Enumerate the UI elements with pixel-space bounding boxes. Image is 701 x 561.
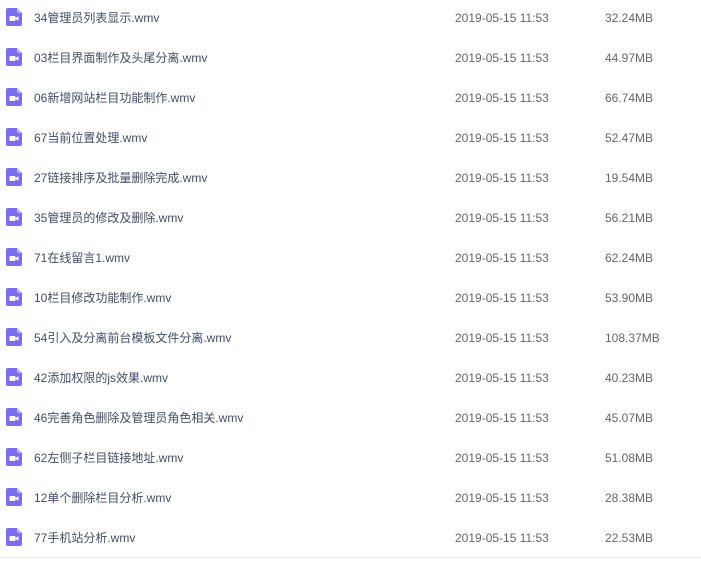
- file-row[interactable]: 34管理员列表显示.wmv 2019-05-15 11:53 32.24MB: [0, 0, 701, 38]
- file-modified-date: 2019-05-15 11:53: [455, 51, 549, 65]
- video-file-icon: [6, 128, 22, 146]
- file-modified-date: 2019-05-15 11:53: [455, 251, 549, 265]
- file-name[interactable]: 67当前位置处理.wmv: [34, 130, 147, 146]
- file-modified-date: 2019-05-15 11:53: [455, 531, 549, 545]
- video-file-icon: [6, 248, 22, 266]
- video-file-icon: [6, 328, 22, 346]
- file-row[interactable]: 03栏目界面制作及头尾分离.wmv 2019-05-15 11:53 44.97…: [0, 38, 701, 78]
- video-file-icon: [6, 488, 22, 506]
- file-modified-date: 2019-05-15 11:53: [455, 371, 549, 385]
- file-row[interactable]: 10栏目修改功能制作.wmv 2019-05-15 11:53 53.90MB: [0, 278, 701, 318]
- file-row[interactable]: 67当前位置处理.wmv 2019-05-15 11:53 52.47MB: [0, 118, 701, 158]
- file-name[interactable]: 34管理员列表显示.wmv: [34, 10, 159, 26]
- file-row[interactable]: 77手机站分析.wmv 2019-05-15 11:53 22.53MB: [0, 518, 701, 558]
- video-file-icon: [6, 8, 22, 26]
- file-name[interactable]: 62左侧子栏目链接地址.wmv: [34, 450, 183, 466]
- file-size: 66.74MB: [605, 91, 654, 105]
- file-row[interactable]: 06新增网站栏目功能制作.wmv 2019-05-15 11:53 66.74M…: [0, 78, 701, 118]
- video-file-icon: [6, 528, 22, 546]
- file-row[interactable]: 62左侧子栏目链接地址.wmv 2019-05-15 11:53 51.08MB: [0, 438, 701, 478]
- file-size: 56.21MB: [605, 211, 654, 225]
- file-size: 19.54MB: [605, 171, 654, 185]
- file-size: 53.90MB: [605, 291, 654, 305]
- file-row[interactable]: 12单个删除栏目分析.wmv 2019-05-15 11:53 28.38MB: [0, 478, 701, 518]
- video-file-icon: [6, 288, 22, 306]
- file-row[interactable]: 42添加权限的js效果.wmv 2019-05-15 11:53 40.23MB: [0, 358, 701, 398]
- file-size: 62.24MB: [605, 251, 654, 265]
- file-name[interactable]: 35管理员的修改及删除.wmv: [34, 210, 183, 226]
- file-name[interactable]: 71在线留言1.wmv: [34, 250, 130, 266]
- file-size: 22.53MB: [605, 531, 654, 545]
- file-name[interactable]: 03栏目界面制作及头尾分离.wmv: [34, 50, 207, 66]
- file-modified-date: 2019-05-15 11:53: [455, 291, 549, 305]
- file-row[interactable]: 35管理员的修改及删除.wmv 2019-05-15 11:53 56.21MB: [0, 198, 701, 238]
- file-row[interactable]: 54引入及分离前台模板文件分离.wmv 2019-05-15 11:53 108…: [0, 318, 701, 358]
- file-name[interactable]: 06新增网站栏目功能制作.wmv: [34, 90, 195, 106]
- file-size: 32.24MB: [605, 11, 654, 25]
- video-file-icon: [6, 88, 22, 106]
- file-size: 52.47MB: [605, 131, 654, 145]
- file-modified-date: 2019-05-15 11:53: [455, 171, 549, 185]
- file-modified-date: 2019-05-15 11:53: [455, 491, 549, 505]
- file-modified-date: 2019-05-15 11:53: [455, 211, 549, 225]
- video-file-icon: [6, 448, 22, 466]
- file-row[interactable]: 71在线留言1.wmv 2019-05-15 11:53 62.24MB: [0, 238, 701, 278]
- video-file-icon: [6, 48, 22, 66]
- file-name[interactable]: 27链接排序及批量删除完成.wmv: [34, 170, 207, 186]
- file-modified-date: 2019-05-15 11:53: [455, 11, 549, 25]
- video-file-icon: [6, 408, 22, 426]
- file-name[interactable]: 42添加权限的js效果.wmv: [34, 370, 168, 386]
- file-size: 108.37MB: [605, 331, 660, 345]
- file-size: 51.08MB: [605, 451, 654, 465]
- divider: [0, 557, 701, 558]
- file-modified-date: 2019-05-15 11:53: [455, 411, 549, 425]
- file-modified-date: 2019-05-15 11:53: [455, 451, 549, 465]
- file-name[interactable]: 10栏目修改功能制作.wmv: [34, 290, 171, 306]
- video-file-icon: [6, 168, 22, 186]
- file-name[interactable]: 54引入及分离前台模板文件分离.wmv: [34, 330, 231, 346]
- video-file-icon: [6, 368, 22, 386]
- file-size: 28.38MB: [605, 491, 654, 505]
- file-name[interactable]: 77手机站分析.wmv: [34, 530, 135, 546]
- file-modified-date: 2019-05-15 11:53: [455, 131, 549, 145]
- file-size: 44.97MB: [605, 51, 654, 65]
- file-name[interactable]: 46完善角色删除及管理员角色相关.wmv: [34, 410, 243, 426]
- file-row[interactable]: 46完善角色删除及管理员角色相关.wmv 2019-05-15 11:53 45…: [0, 398, 701, 438]
- file-modified-date: 2019-05-15 11:53: [455, 331, 549, 345]
- file-size: 40.23MB: [605, 371, 654, 385]
- file-list: 34管理员列表显示.wmv 2019-05-15 11:53 32.24MB 0…: [0, 0, 701, 558]
- file-size: 45.07MB: [605, 411, 654, 425]
- file-row[interactable]: 27链接排序及批量删除完成.wmv 2019-05-15 11:53 19.54…: [0, 158, 701, 198]
- video-file-icon: [6, 208, 22, 226]
- file-modified-date: 2019-05-15 11:53: [455, 91, 549, 105]
- file-name[interactable]: 12单个删除栏目分析.wmv: [34, 490, 171, 506]
